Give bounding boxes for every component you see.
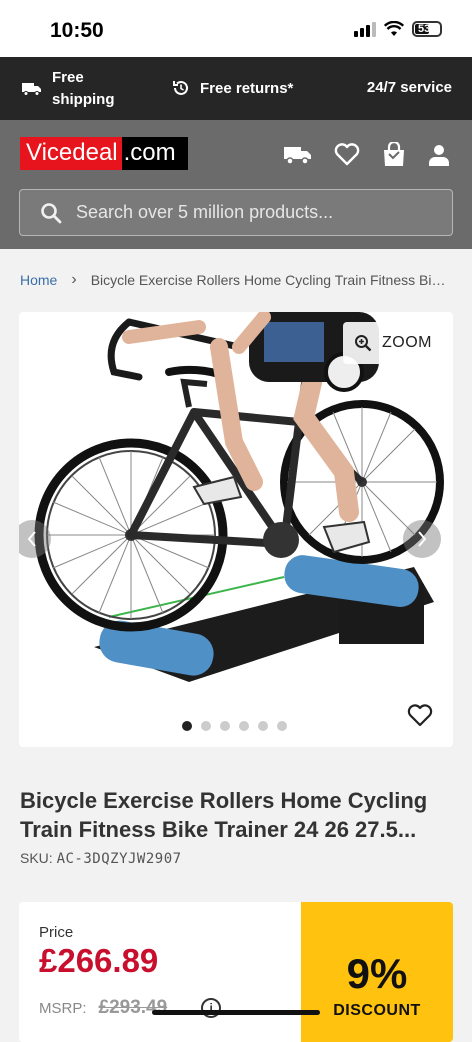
wifi-icon	[384, 21, 404, 37]
gallery-next-button[interactable]	[403, 520, 441, 558]
account-user-icon[interactable]	[428, 144, 450, 166]
zoom-button[interactable]: ZOOM	[343, 322, 443, 364]
shopping-bag-icon[interactable]	[382, 142, 406, 167]
logo-text-main: Vicedeal	[20, 137, 122, 170]
status-time: 10:50	[50, 19, 104, 43]
site-logo[interactable]: Vicedeal .com	[20, 137, 188, 170]
add-to-wishlist-heart-icon[interactable]	[407, 704, 433, 727]
header-icons	[284, 142, 450, 167]
price-label: Price	[39, 924, 73, 941]
site-header: Vicedeal .com Search over 5 million prod…	[0, 120, 472, 249]
gallery-dot[interactable]	[258, 721, 268, 731]
product-image-gallery[interactable]: ZOOM	[19, 312, 453, 747]
promo-bar: Free shipping Free returns* 24/7 service	[0, 57, 472, 120]
promo-shipping-label: Free shipping	[52, 67, 115, 111]
logo-text-domain: .com	[122, 137, 188, 170]
signal-icon	[354, 21, 376, 37]
price-box: Price £266.89 MSRP: £293.49 i 9% DISCOUN…	[19, 902, 453, 1042]
gallery-dot[interactable]	[201, 721, 211, 731]
chevron-left-icon	[26, 530, 38, 548]
promo-returns: Free returns*	[172, 79, 293, 97]
breadcrumb-home-link[interactable]: Home	[20, 272, 57, 288]
system-icons: 53	[354, 21, 442, 37]
info-icon[interactable]: i	[201, 998, 221, 1018]
discount-percent: 9%	[301, 950, 453, 998]
price-value: £266.89	[39, 942, 158, 980]
msrp-row: MSRP: £293.49 i	[39, 997, 221, 1019]
wishlist-heart-icon[interactable]	[334, 143, 360, 166]
gallery-dot[interactable]	[182, 721, 192, 731]
gallery-dot[interactable]	[220, 721, 230, 731]
discount-label: DISCOUNT	[301, 1002, 453, 1020]
sku-value: AC-3DQZYJW2907	[57, 851, 182, 867]
discount-badge: 9% DISCOUNT	[301, 902, 453, 1042]
zoom-in-icon	[354, 334, 372, 352]
product-sku: SKU: AC-3DQZYJW2907	[20, 850, 182, 867]
battery-icon: 53	[412, 21, 442, 37]
status-bar: 10:50 53	[0, 0, 472, 57]
breadcrumb-current: Bicycle Exercise Rollers Home Cycling Tr…	[91, 272, 452, 288]
home-indicator[interactable]	[152, 1010, 320, 1015]
msrp-value: £293.49	[99, 997, 168, 1019]
zoom-label: ZOOM	[382, 334, 432, 352]
gallery-dot[interactable]	[239, 721, 249, 731]
gallery-pagination-dots	[182, 721, 287, 731]
truck-icon	[22, 82, 42, 96]
delivery-truck-icon[interactable]	[284, 145, 312, 165]
promo-shipping: Free shipping	[22, 67, 115, 111]
search-icon	[40, 202, 62, 224]
breadcrumb: Home › Bicycle Exercise Rollers Home Cyc…	[20, 271, 452, 289]
returns-icon	[172, 79, 190, 97]
product-title: Bicycle Exercise Rollers Home Cycling Tr…	[20, 786, 450, 844]
promo-returns-label: Free returns*	[200, 80, 293, 97]
chevron-right-icon	[416, 530, 428, 548]
search-input[interactable]: Search over 5 million products...	[19, 189, 453, 236]
promo-service: 24/7 service	[367, 79, 452, 96]
product-image-bike-on-rollers[interactable]	[19, 312, 453, 747]
msrp-label: MSRP:	[39, 1000, 87, 1017]
chevron-right-icon: ›	[71, 271, 76, 289]
sku-label: SKU:	[20, 850, 53, 866]
search-placeholder: Search over 5 million products...	[76, 202, 333, 223]
promo-service-label: 24/7 service	[367, 79, 452, 96]
gallery-dot[interactable]	[277, 721, 287, 731]
battery-level: 53	[418, 23, 430, 35]
